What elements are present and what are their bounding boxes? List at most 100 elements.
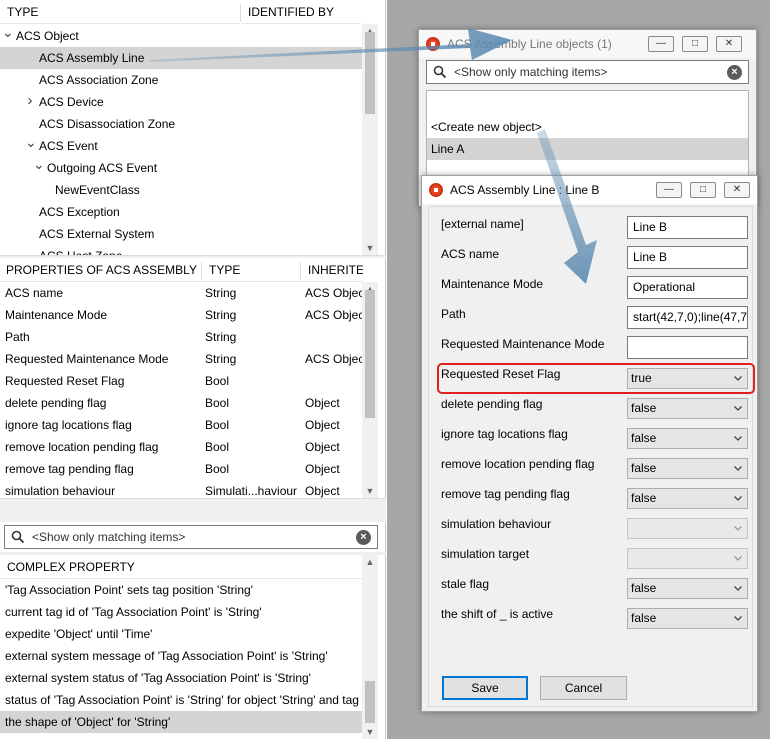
field-label: the shift of _ is active <box>441 607 554 621</box>
select-field <box>627 518 748 539</box>
text-field[interactable]: Line B <box>627 246 748 269</box>
complex-search-input[interactable]: <Show only matching items> × <box>4 525 378 549</box>
clear-search-icon[interactable]: × <box>727 65 742 80</box>
select-value: false <box>631 491 657 505</box>
table-cell-name: ACS name <box>5 286 64 300</box>
close-button[interactable]: ✕ <box>724 182 750 198</box>
scroll-thumb[interactable] <box>365 290 375 418</box>
table-cell-inherited: Object <box>305 462 340 476</box>
expand-right-icon[interactable]: › <box>25 93 35 108</box>
text-field[interactable]: start(42,7,0);line(47,7,( <box>627 306 748 329</box>
list-item[interactable]: current tag id of 'Tag Association Point… <box>0 601 362 623</box>
properties-inherited-header[interactable]: INHERITED <box>301 258 363 282</box>
complex-property-list: COMPLEX PROPERTY 'Tag Association Point'… <box>0 555 380 739</box>
tree-item-label: ACS Association Zone <box>39 73 159 87</box>
type-tree-scrollbar[interactable]: ▲ ▼ <box>362 24 378 255</box>
table-row[interactable]: ACS name String ACS Objec <box>0 282 362 304</box>
text-field[interactable]: Line B <box>627 216 748 239</box>
table-row[interactable]: Maintenance Mode String ACS Objec <box>0 304 362 326</box>
table-cell-type: Bool <box>205 374 230 388</box>
search-placeholder: <Show only matching items> <box>454 65 608 79</box>
scroll-thumb[interactable] <box>365 681 375 723</box>
highlight-box <box>437 363 755 394</box>
tree-item-label: ACS Exception <box>39 205 120 219</box>
table-row[interactable]: remove location pending flag Bool Object <box>0 436 362 458</box>
editor-window-title: ACS Assembly Line : Line B <box>450 183 600 197</box>
select-field[interactable]: false <box>627 428 748 449</box>
list-item[interactable]: Line A <box>427 138 748 160</box>
text-field[interactable] <box>627 336 748 359</box>
table-row[interactable]: remove tag pending flag Bool Object <box>0 458 362 480</box>
table-row[interactable]: Requested Reset Flag Bool <box>0 370 362 392</box>
objects-search-input[interactable]: <Show only matching items> × <box>426 60 749 84</box>
tree-item[interactable]: ACS Association Zone <box>0 69 362 91</box>
select-field[interactable]: false <box>627 608 748 629</box>
editor-window: ACS Assembly Line : Line B — □ ✕ [extern… <box>421 175 758 712</box>
chevron-down-icon <box>734 526 742 531</box>
chevron-down-icon <box>734 496 742 501</box>
table-row[interactable]: Requested Maintenance Mode String ACS Obje… <box>0 348 362 370</box>
select-field[interactable]: false <box>627 398 748 419</box>
properties-scrollbar[interactable]: ▲ ▼ <box>362 282 378 498</box>
list-item[interactable]: status of 'Tag Association Point' is 'St… <box>0 689 362 711</box>
table-cell-inherited: Object <box>305 418 340 432</box>
search-icon <box>433 65 447 79</box>
table-cell-type: String <box>205 286 237 300</box>
table-cell-type: Bool <box>205 440 230 454</box>
minimize-button[interactable]: — <box>656 182 682 198</box>
close-button[interactable]: ✕ <box>716 36 742 52</box>
field-label: ignore tag locations flag <box>441 427 568 441</box>
properties-name-header[interactable]: PROPERTIES OF ACS ASSEMBLY LI... <box>0 258 201 282</box>
list-item[interactable]: external system status of 'Tag Associati… <box>0 667 362 689</box>
table-row[interactable]: delete pending flag Bool Object <box>0 392 362 414</box>
complex-property-header[interactable]: COMPLEX PROPERTY <box>0 555 362 579</box>
cancel-button[interactable]: Cancel <box>540 676 627 700</box>
tree-item[interactable]: ⌄ Outgoing ACS Event <box>0 157 362 179</box>
tree-item[interactable]: ACS Disassociation Zone <box>0 113 362 135</box>
table-row[interactable]: ignore tag locations flag Bool Object <box>0 414 362 436</box>
identified-by-column-header[interactable]: IDENTIFIED BY <box>241 0 361 24</box>
select-field[interactable]: false <box>627 458 748 479</box>
maximize-button[interactable]: □ <box>690 182 716 198</box>
complex-scrollbar[interactable]: ▲ ▼ <box>362 555 378 739</box>
list-item[interactable]: expedite 'Object' until 'Time' <box>0 623 362 645</box>
chevron-down-icon <box>734 556 742 561</box>
tree-item[interactable]: ACS External System <box>0 223 362 245</box>
properties-type-header[interactable]: TYPE <box>202 258 300 282</box>
table-cell-type: Simulati...haviour <box>205 484 298 498</box>
list-item[interactable]: external system message of 'Tag Associat… <box>0 645 362 667</box>
tree-item[interactable]: ACS Host Zone <box>0 245 362 255</box>
tree-item[interactable]: ⌄ ACS Object <box>0 25 362 47</box>
clear-search-icon[interactable]: × <box>356 530 371 545</box>
tree-item[interactable]: ACS Exception <box>0 201 362 223</box>
tree-item-label: ACS Assembly Line <box>39 51 145 65</box>
tree-item-label: ACS Host Zone <box>39 245 122 255</box>
chevron-down-icon <box>734 616 742 621</box>
table-cell-inherited: ACS Objec <box>305 286 362 300</box>
list-item[interactable]: the shape of 'Object' for 'String' <box>0 711 362 733</box>
tree-item[interactable]: ACS Assembly Line <box>0 47 362 69</box>
search-icon <box>11 530 25 544</box>
table-row[interactable]: Path String <box>0 326 362 348</box>
expand-down-icon[interactable]: ⌄ <box>25 135 37 149</box>
text-field[interactable]: Operational <box>627 276 748 299</box>
select-field[interactable]: false <box>627 578 748 599</box>
tree-item[interactable]: ⌄ ACS Event <box>0 135 362 157</box>
table-cell-name: Maintenance Mode <box>5 308 108 322</box>
table-row[interactable]: simulation behaviour Simulati...haviour Ob… <box>0 480 362 498</box>
list-item[interactable]: <Create new object> <box>427 116 748 138</box>
scroll-thumb[interactable] <box>365 32 375 114</box>
minimize-button[interactable]: — <box>648 36 674 52</box>
type-column-header[interactable]: TYPE <box>0 0 240 24</box>
expand-down-icon[interactable]: ⌄ <box>2 25 14 39</box>
expand-down-icon[interactable]: ⌄ <box>33 157 45 171</box>
field-label: remove tag pending flag <box>441 487 570 501</box>
tree-item[interactable]: › ACS Device <box>0 91 362 113</box>
select-field[interactable]: false <box>627 488 748 509</box>
chevron-down-icon <box>734 586 742 591</box>
tree-item[interactable]: NewEventClass <box>0 179 362 201</box>
list-item[interactable]: 'Tag Association Point' sets tag positio… <box>0 579 362 601</box>
maximize-button[interactable]: □ <box>682 36 708 52</box>
table-cell-name: remove tag pending flag <box>5 462 134 476</box>
save-button[interactable]: Save <box>442 676 528 700</box>
